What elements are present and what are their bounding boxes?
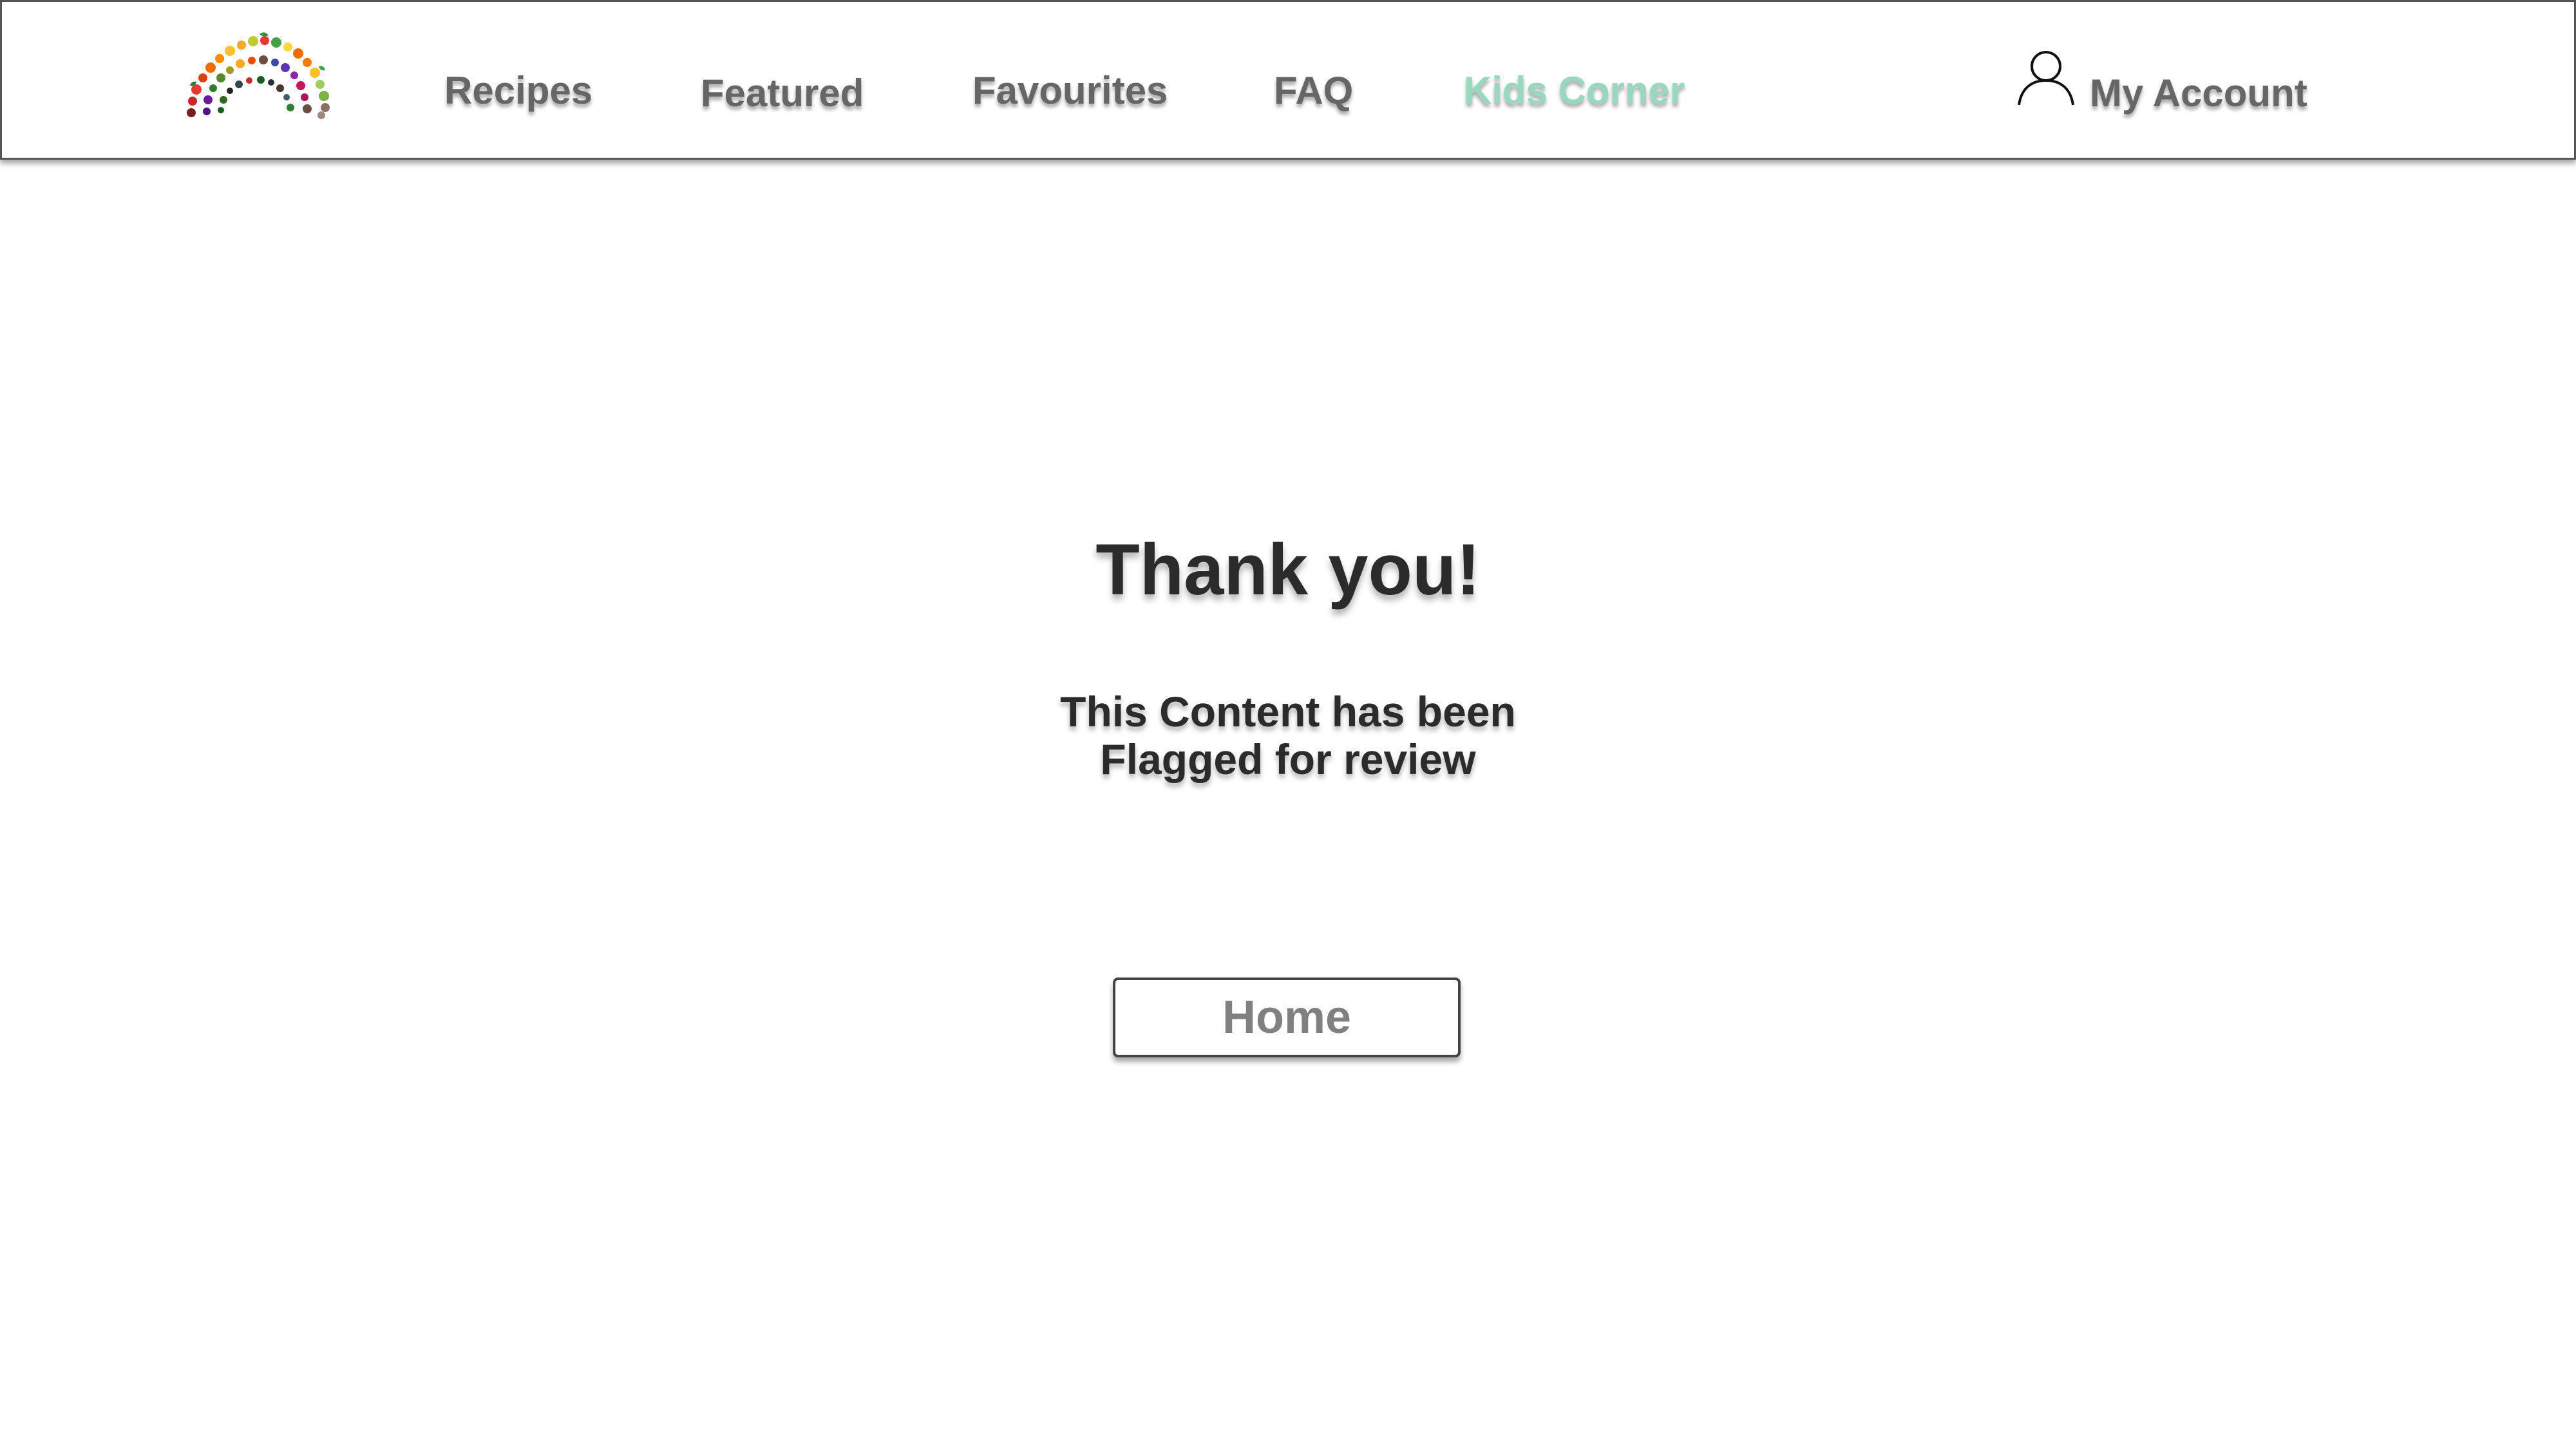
logo-middle-arc <box>203 55 312 115</box>
logo-leaf <box>260 32 269 37</box>
user-icon <box>2018 51 2074 106</box>
nav-kids-corner[interactable]: Kids Corner <box>1464 64 1685 118</box>
logo-inner-arc <box>218 76 294 113</box>
logo-leaf <box>319 66 325 71</box>
nav-faq[interactable]: FAQ <box>1274 64 1353 118</box>
flagged-message-line: This Content has been <box>1060 688 1516 735</box>
nav-recipes[interactable]: Recipes <box>444 64 592 118</box>
page: Recipes Featured Favourites FAQ Kids Cor… <box>0 0 2576 1445</box>
top-navigation-bar: Recipes Featured Favourites FAQ Kids Cor… <box>0 0 2576 160</box>
flagged-message-line: Flagged for review <box>1100 735 1476 783</box>
page-title: Thank you! <box>1095 529 1481 610</box>
nav-featured[interactable]: Featured <box>701 66 864 120</box>
flagged-message: This Content has been Flagged for review <box>0 688 2576 783</box>
my-account-label: My Account <box>2090 71 2307 115</box>
home-button[interactable]: Home <box>1113 978 1461 1057</box>
nav-favourites[interactable]: Favourites <box>972 64 1168 118</box>
fruit-vegetable-rainbow-logo[interactable] <box>184 30 333 120</box>
